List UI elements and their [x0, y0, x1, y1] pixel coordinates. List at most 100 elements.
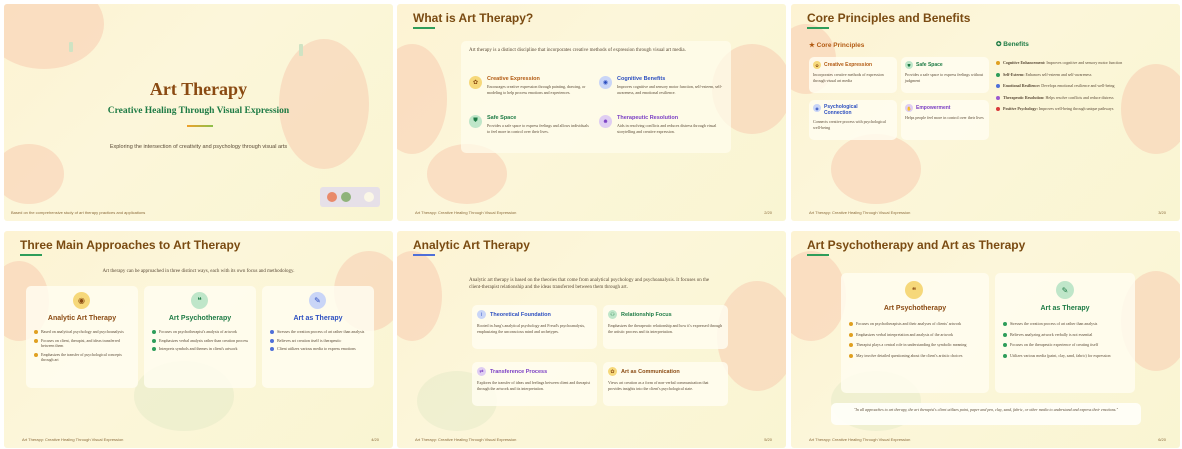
footer: Art Therapy: Creative Healing Through Vi…	[415, 437, 517, 442]
brush-icon: ✎	[1056, 281, 1074, 299]
heart-icon	[1003, 332, 1007, 337]
approach-card: ✎ Art as Therapy Stresses the creation p…	[262, 286, 374, 388]
slide-title: Core Principles and Benefits	[807, 11, 971, 25]
paint-icon	[1003, 322, 1007, 326]
color-palette	[320, 187, 380, 207]
award-icon: ✪	[996, 41, 1002, 48]
page-number: 6/20	[1158, 437, 1166, 442]
feature-title: Safe Space	[487, 115, 517, 121]
benefits-heading: ✪ Benefits	[996, 41, 1029, 48]
page-title: Art Therapy	[149, 79, 248, 99]
compass-icon	[849, 343, 853, 347]
feature-creative-expression: ✿ Creative Expression Encourages creative…	[469, 76, 589, 95]
user-icon	[849, 322, 853, 326]
brain-icon: ◉	[813, 104, 821, 112]
benefit-item: Positive Psychology: Improves well-being…	[996, 106, 1171, 112]
mask-icon: ☻	[599, 115, 612, 128]
page-number: 4/20	[371, 437, 379, 442]
footer: Art Therapy: Creative Healing Through Vi…	[809, 437, 911, 442]
intro-text: Analytic art therapy is based on the the…	[469, 278, 710, 290]
quote-box: "In all approaches to art therapy, the a…	[831, 403, 1141, 425]
benefit-item: Emotional Resilience: Develops emotional…	[996, 83, 1171, 89]
brain-icon: ◉	[599, 76, 612, 89]
palette-dot-green	[341, 192, 351, 202]
title-underline	[20, 254, 42, 256]
approach-card: ❝ Art Psychotherapy Focuses on psychothe…	[144, 286, 256, 388]
slide-3-thumbnail[interactable]: Core Principles and Benefits ★ Core Prin…	[791, 4, 1180, 221]
feature-text: Improves cognitive and sensory motor fun…	[617, 84, 723, 95]
core-principles-heading: ★ Core Principles	[809, 42, 865, 49]
palette-icon: ✿	[608, 367, 617, 376]
slide-title: What is Art Therapy?	[413, 11, 534, 25]
palette-icon: ✿	[469, 76, 482, 89]
principle-card: ◉ Psychological Connection Connects creat…	[809, 100, 897, 140]
benefits-list: Cognitive Enhancement: Improves cognitiv…	[996, 60, 1171, 118]
slide-6-thumbnail[interactable]: Art Psychotherapy and Art as Therapy ❝ A…	[791, 231, 1180, 448]
principle-card: ✋ Empowerment Helps people feel more in c…	[901, 100, 989, 140]
page-number: 3/20	[1158, 210, 1166, 215]
smile-icon	[996, 72, 1000, 77]
slide-4-thumbnail[interactable]: Three Main Approaches to Art Therapy Art…	[4, 231, 393, 448]
brain-icon: ◉	[73, 292, 90, 309]
feature-title: Cognitive Benefits	[617, 76, 666, 82]
users-icon: ⚇	[608, 310, 617, 319]
title-underline	[413, 254, 435, 256]
title-underline	[413, 27, 435, 29]
feature-text: Encourages creative expression through p…	[487, 84, 586, 95]
slide-title: Three Main Approaches to Art Therapy	[20, 238, 241, 252]
analytic-card: ⇄ Transference Process Explores the trans…	[472, 362, 597, 406]
footer: Art Therapy: Creative Healing Through Vi…	[809, 210, 911, 215]
exchange-icon: ⇄	[477, 367, 486, 376]
feature-cognitive-benefits: ◉ Cognitive Benefits Improves cognitive a…	[599, 76, 724, 95]
refresh-icon	[1003, 343, 1007, 347]
hand-icon: ✋	[905, 104, 913, 112]
title-divider	[187, 125, 213, 127]
mask-icon	[996, 95, 1000, 100]
palette-icon: ✿	[813, 61, 821, 69]
page-description: Exploring the intersection of creativity…	[109, 144, 288, 150]
feature-text: Provides a safe space to express feeling…	[487, 123, 589, 134]
slide-5-thumbnail[interactable]: Analytic Art Therapy Analytic art therap…	[397, 231, 786, 448]
feature-therapeutic-resolution: ☻ Therapeutic Resolution Aids in resolvin…	[599, 115, 724, 134]
feature-title: Therapeutic Resolution	[617, 115, 679, 121]
approach-card: ◉ Analytic Art Therapy Based on analytic…	[26, 286, 138, 388]
page-number: 2/20	[764, 210, 772, 215]
slide-1-thumbnail[interactable]: Art Therapy Creative Healing Through Vis…	[4, 4, 393, 221]
palette-dot-red	[327, 192, 337, 202]
star-icon: ★	[809, 42, 815, 49]
page-subtitle: Creative Healing Through Visual Expressi…	[107, 106, 290, 116]
slide-title: Art Psychotherapy and Art as Therapy	[807, 238, 1026, 252]
footer: Art Therapy: Creative Healing Through Vi…	[22, 437, 124, 442]
palette-dot-white	[364, 192, 374, 202]
feature-safe-space: ⛊ Safe Space Provides a safe space to exp…	[469, 115, 589, 134]
question-icon	[849, 353, 853, 358]
principle-card: ✿ Creative Expression Incorporates creati…	[809, 57, 897, 93]
shield-icon: ⛊	[905, 61, 913, 69]
footer: Based on the comprehensive study of art …	[11, 210, 146, 215]
lightbulb-icon	[996, 61, 1000, 65]
benefit-item: Cognitive Enhancement: Improves cognitiv…	[996, 60, 1171, 66]
comment-icon	[849, 332, 853, 337]
target-icon	[996, 107, 1000, 111]
heart-icon	[996, 84, 1000, 88]
title-underline	[807, 254, 829, 256]
intro-text: Art therapy can be approached in three d…	[102, 269, 295, 274]
slide-2-thumbnail[interactable]: What is Art Therapy? Art therapy is a di…	[397, 4, 786, 221]
analytic-card: i Theoretical Foundation Rooted in Jung's…	[472, 305, 597, 349]
principle-card: ⛊ Safe Space Provides a safe space to exp…	[901, 57, 989, 93]
slide-title: Analytic Art Therapy	[413, 238, 530, 252]
feature-text: Aids in resolving conflicts and reduces …	[617, 123, 717, 134]
slide-grid: Art Therapy Creative Healing Through Vis…	[0, 0, 1182, 449]
chat-icon: ❝	[191, 292, 208, 309]
benefit-item: Therapeutic Resolution: Helps resolve co…	[996, 95, 1171, 101]
palette-icon	[1003, 353, 1007, 358]
footer: Art Therapy: Creative Healing Through Vi…	[415, 210, 517, 215]
content-card: Art therapy is a distinct discipline tha…	[461, 41, 731, 153]
benefit-item: Self-Esteem: Enhances self-esteem and se…	[996, 72, 1171, 78]
shield-icon: ⛊	[469, 115, 482, 128]
art-as-therapy-card: ✎ Art as Therapy Stresses the creation p…	[995, 273, 1135, 393]
chat-icon: ❝	[905, 281, 923, 299]
analytic-card: ⚇ Relationship Focus Emphasizes the thera…	[603, 305, 728, 349]
title-underline	[807, 27, 829, 29]
brush-icon: ✎	[309, 292, 326, 309]
